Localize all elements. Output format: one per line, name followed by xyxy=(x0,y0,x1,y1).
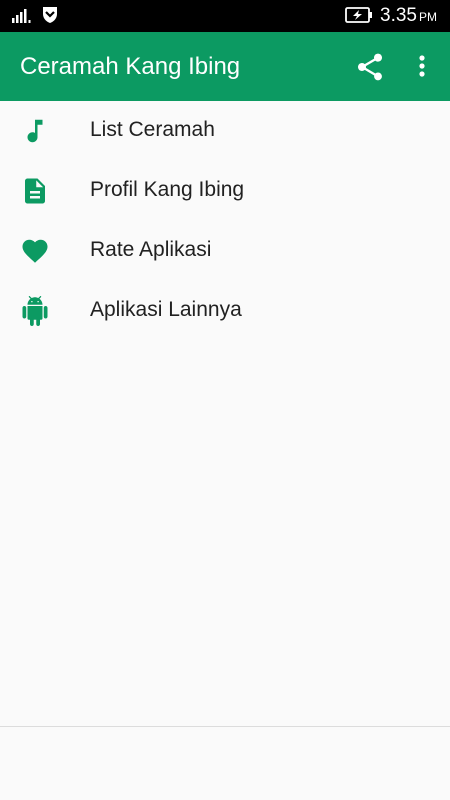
app-title: Ceramah Kang Ibing xyxy=(20,53,241,80)
more-vert-icon xyxy=(419,55,425,77)
share-icon xyxy=(358,53,382,81)
shield-icon xyxy=(43,7,57,23)
menu-item-profil[interactable]: Profil Kang Ibing xyxy=(0,161,450,221)
menu-list: List Ceramah Profil Kang Ibing Rate Apli… xyxy=(0,101,450,341)
menu-item-label: Aplikasi Lainnya xyxy=(90,298,242,321)
heart-icon xyxy=(22,239,48,263)
battery-charging-icon xyxy=(345,7,372,23)
menu-item-rate[interactable]: Rate Aplikasi xyxy=(0,221,450,281)
menu-item-label: Profil Kang Ibing xyxy=(90,178,245,201)
app-bar: Ceramah Kang Ibing xyxy=(0,32,450,101)
menu-item-other-apps[interactable]: Aplikasi Lainnya xyxy=(0,281,450,341)
menu-item-label: Rate Aplikasi xyxy=(90,238,212,261)
android-icon xyxy=(22,296,48,326)
menu-item-list-ceramah[interactable]: List Ceramah xyxy=(0,101,450,161)
status-clock: 3.35 PM xyxy=(380,5,437,27)
document-icon xyxy=(25,178,45,204)
signal-icon xyxy=(12,9,31,23)
music-note-icon xyxy=(27,119,43,143)
bottom-area xyxy=(0,727,450,800)
more-options-button[interactable] xyxy=(410,51,434,83)
share-button[interactable] xyxy=(354,51,386,83)
menu-item-label: List Ceramah xyxy=(90,118,215,141)
clock-time: 3.35 xyxy=(380,5,417,26)
status-bar: 3.35 PM xyxy=(0,0,450,32)
clock-ampm: PM xyxy=(418,10,437,24)
